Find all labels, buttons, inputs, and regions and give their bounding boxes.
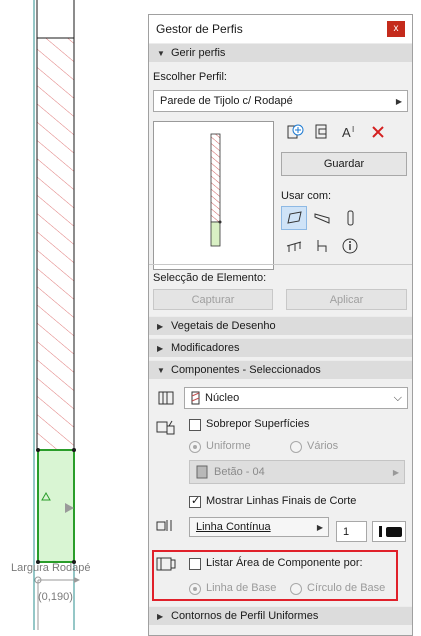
drawing-canvas[interactable]: Largura Rodapé (0,190)	[0, 0, 148, 636]
material-value: Betão - 04	[214, 466, 265, 478]
profile-value: Parede de Tijolo c/ Rodapé	[160, 95, 293, 107]
use-with-column-button[interactable]	[337, 206, 363, 230]
base-circle-label: Círculo de Base	[307, 582, 386, 594]
beam-icon	[314, 213, 330, 224]
use-with-railing-button[interactable]	[281, 234, 307, 258]
delete-icon	[372, 126, 384, 138]
pen-divider	[379, 526, 382, 537]
coordinate-label: (0,190)	[38, 591, 73, 603]
profile-drawing	[33, 0, 80, 630]
section-label: Vegetais de Desenho	[171, 320, 276, 332]
profile-thumbnail	[210, 133, 222, 247]
show-end-lines-label: Mostrar Linhas Finais de Corte	[206, 495, 357, 507]
chevron-down-icon: ⌵	[393, 391, 402, 404]
section-modificadores[interactable]: ▶ Modificadores	[149, 338, 412, 357]
panel-title: Gestor de Perfis	[156, 22, 243, 36]
rename-icon: AI	[342, 125, 354, 140]
profile-dropdown[interactable]: Parede de Tijolo c/ Rodapé ▶	[153, 90, 408, 112]
area-list-icon	[153, 552, 179, 576]
use-with-wall-button[interactable]	[281, 206, 307, 230]
collapse-arrow-icon: ▼	[157, 365, 165, 375]
new-profile-button[interactable]	[282, 120, 308, 144]
use-with-object-button[interactable]	[309, 234, 335, 258]
pen-number-field[interactable]: 1	[336, 521, 367, 542]
railing-icon	[286, 241, 302, 252]
pen-number-value: 1	[343, 525, 350, 538]
section-componentes[interactable]: ▼ Componentes - Seleccionados	[149, 360, 412, 379]
panel-titlebar[interactable]: Gestor de Perfis x	[149, 15, 412, 43]
caret-right-icon: ▶	[395, 96, 402, 106]
element-selection-label: Selecção de Elemento:	[153, 272, 267, 284]
expand-arrow-icon: ▶	[157, 321, 164, 331]
line-type-value: Linha Contínua	[196, 521, 271, 533]
brick-swatch-icon	[191, 391, 200, 405]
various-radio[interactable]	[290, 441, 302, 453]
baseline-radio[interactable]	[189, 583, 201, 595]
rename-profile-button[interactable]: AI	[337, 120, 363, 144]
component-icon	[153, 386, 179, 410]
layers-icon	[158, 391, 174, 405]
save-button[interactable]: Guardar	[281, 152, 407, 176]
base-circle-radio[interactable]	[290, 583, 302, 595]
material-dropdown[interactable]: Betão - 04 ▶	[189, 460, 405, 484]
area-icon	[156, 557, 176, 571]
caret-right-icon: ▶	[316, 522, 323, 532]
component-dropdown[interactable]: Núcleo ⌵	[184, 387, 408, 409]
list-area-checkbox[interactable]	[189, 558, 201, 570]
caret-right-icon: ▶	[392, 467, 399, 477]
duplicate-profile-button[interactable]	[309, 120, 335, 144]
collapse-arrow-icon: ▼	[157, 48, 165, 58]
pen-color-swatch[interactable]	[372, 521, 406, 542]
section-label: Gerir perfis	[171, 47, 226, 59]
component-value: Núcleo	[205, 392, 240, 404]
svg-text:I: I	[352, 125, 354, 134]
wall-icon	[287, 211, 302, 224]
divider	[149, 264, 412, 265]
info-button[interactable]	[337, 234, 363, 258]
use-with-label: Usar com:	[281, 190, 332, 202]
section-gerir-perfis[interactable]: ▼ Gerir perfis	[149, 43, 412, 62]
svg-text:A: A	[342, 125, 351, 140]
apply-button[interactable]: Aplicar	[286, 289, 407, 310]
show-end-lines-checkbox[interactable]	[189, 494, 201, 508]
pen-line-icon	[156, 520, 172, 531]
baseline-label: Linha de Base	[206, 582, 277, 594]
duplicate-icon	[315, 124, 327, 139]
line-type-dropdown[interactable]: Linha Contínua ▶	[189, 517, 329, 537]
uniform-radio[interactable]	[189, 441, 201, 453]
profile-manager-panel: Gestor de Perfis x ▼ Gerir perfis Escolh…	[148, 14, 413, 636]
override-surfaces-checkbox[interactable]	[189, 419, 201, 431]
capture-button[interactable]: Capturar	[153, 289, 273, 310]
uniform-label: Uniforme	[206, 440, 251, 452]
chair-icon	[317, 240, 327, 252]
section-vegetais[interactable]: ▶ Vegetais de Desenho	[149, 316, 412, 335]
line-type-icon	[153, 513, 179, 537]
list-area-label: Listar Área de Componente por:	[206, 557, 363, 569]
override-surfaces-label: Sobrepor Superfícies	[206, 418, 310, 430]
delete-profile-button[interactable]	[365, 120, 391, 144]
section-label: Modificadores	[171, 342, 240, 354]
material-swatch-icon	[196, 465, 208, 479]
section-label: Componentes - Seleccionados	[171, 364, 321, 376]
new-profile-icon	[287, 124, 304, 139]
expand-arrow-icon: ▶	[157, 611, 164, 621]
section-label: Contornos de Perfil Uniformes	[171, 610, 319, 622]
pen-color-fill	[386, 526, 402, 537]
expand-arrow-icon: ▶	[157, 343, 164, 353]
close-button[interactable]: x	[387, 21, 405, 37]
various-label: Vários	[307, 440, 339, 452]
dimension-label: Largura Rodapé	[11, 562, 91, 574]
profile-preview	[153, 121, 274, 270]
use-with-beam-button[interactable]	[309, 206, 335, 230]
info-icon	[342, 238, 358, 254]
paint-bucket-icon	[156, 420, 175, 435]
surface-paint-icon	[153, 415, 179, 439]
choose-profile-label: Escolher Perfil:	[153, 71, 227, 83]
column-icon	[347, 210, 354, 226]
section-contornos[interactable]: ▶ Contornos de Perfil Uniformes	[149, 606, 412, 625]
